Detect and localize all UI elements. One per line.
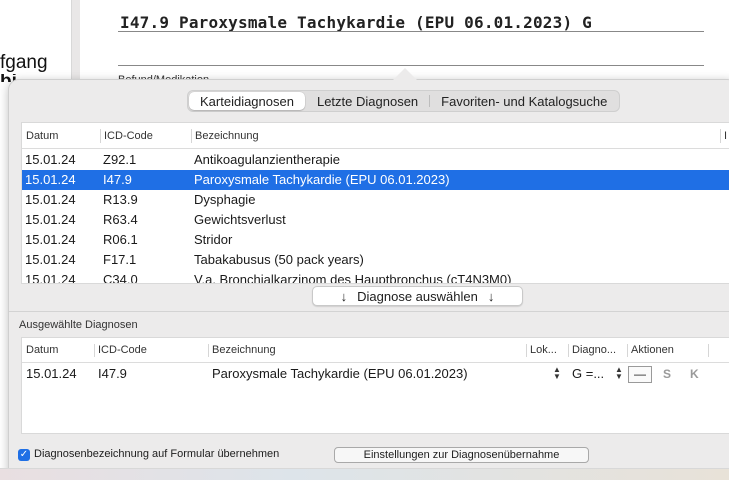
action-s-button[interactable]: S: [663, 363, 671, 385]
cell-icd-code: F17.1: [103, 252, 137, 267]
column-separator: [568, 344, 569, 357]
table-row[interactable]: 15.01.24 I47.9 Paroxysmale Tachykardie (EP…: [22, 170, 729, 190]
cell-date: 15.01.24: [25, 272, 76, 284]
arrow-down-icon: ↓: [340, 288, 348, 304]
tab-karteidiagnosen[interactable]: Karteidiagnosen: [189, 92, 305, 110]
column-header-lokalisation[interactable]: Lok...: [526, 338, 557, 363]
cell-date: 15.01.24: [25, 152, 76, 167]
column-header-label: ICD-Code: [104, 130, 153, 142]
table-row[interactable]: 15.01.24 Z92.1 Antikoagulanzientherapie: [22, 150, 729, 170]
arrow-down-icon: ↓: [487, 288, 495, 304]
tab-favoriten-katalogsuche[interactable]: Favoriten- und Katalogsuche: [430, 92, 618, 110]
lokalisation-stepper-icon[interactable]: ▲ ▼: [552, 366, 562, 382]
table-row[interactable]: 15.01.24 R13.9 Dysphagie: [22, 190, 729, 210]
cell-bezeichnung: Antikoagulanzientherapie: [194, 152, 340, 167]
checkmark-icon: ✓: [19, 449, 29, 460]
cell-bezeichnung: Gewichtsverlust: [194, 212, 286, 227]
column-header-aktionen[interactable]: Aktionen: [627, 338, 674, 363]
column-header-label: Lok...: [530, 344, 557, 356]
column-header-extra[interactable]: [708, 338, 712, 363]
document-rule: [118, 65, 704, 66]
transfer-label-checkbox[interactable]: ✓: [18, 449, 30, 461]
column-header-bezeichnung[interactable]: Bezeichnung: [191, 123, 259, 149]
cell-bezeichnung: Stridor: [194, 232, 233, 247]
column-header-label: I: [724, 130, 728, 142]
column-separator: [94, 344, 95, 357]
cell-date: 15.01.24: [26, 366, 77, 381]
select-diagnosis-label: Diagnose auswählen: [357, 288, 478, 304]
selected-diagnoses-label: Ausgewählte Diagnosen: [19, 319, 138, 331]
table-row[interactable]: 15.01.24 R06.1 Stridor: [22, 230, 729, 250]
cell-icd-code: R13.9: [103, 192, 138, 207]
column-separator: [526, 344, 527, 357]
table-header: Datum ICD-Code Bezeichnung I: [22, 123, 729, 149]
column-header-icd-code[interactable]: ICD-Code: [94, 338, 147, 363]
column-separator: [208, 344, 209, 357]
cell-date: 15.01.24: [25, 212, 76, 227]
cell-icd-code: Z92.1: [103, 152, 137, 167]
cell-date: 15.01.24: [25, 172, 76, 187]
tab-letzte-diagnosen[interactable]: Letzte Diagnosen: [306, 92, 429, 110]
tab-segmented-control: Karteidiagnosen Letzte Diagnosen Favorit…: [187, 90, 621, 112]
selected-diagnoses-table[interactable]: Datum ICD-Code Bezeichnung Lok... Diagno…: [21, 337, 729, 434]
table-row[interactable]: 15.01.24 R63.4 Gewichtsverlust: [22, 210, 729, 230]
column-header-extra[interactable]: I: [720, 123, 727, 149]
selected-diagnosis-row[interactable]: 15.01.24 I47.9 Paroxysmale Tachykardie (…: [22, 363, 729, 385]
cell-icd-code: I47.9: [103, 172, 132, 187]
column-header-label: Bezeichnung: [195, 130, 259, 142]
action-checkbox[interactable]: —: [628, 366, 652, 383]
cell-icd-code: R63.4: [103, 212, 138, 227]
cell-bezeichnung: Tabakabusus (50 pack years): [194, 252, 364, 267]
transfer-settings-button[interactable]: Einstellungen zur Diagnosenübernahme: [334, 447, 589, 463]
cell-bezeichnung: V.a. Bronchialkarzinom des Hauptbronchus…: [194, 272, 512, 284]
cell-bezeichnung: Dysphagie: [194, 192, 256, 207]
column-header-label: Aktionen: [631, 344, 674, 356]
cell-icd-code: C34.0: [103, 272, 138, 284]
select-diagnosis-button[interactable]: ↓ Diagnose auswählen ↓: [312, 286, 523, 306]
cell-icd-code: R06.1: [103, 232, 138, 247]
transfer-label-checkbox-label[interactable]: Diagnosenbezeichnung auf Formular überne…: [34, 448, 279, 460]
cell-bezeichnung: Paroxysmale Tachykardie (EPU 06.01.2023): [212, 366, 468, 381]
column-header-datum[interactable]: Datum: [22, 338, 58, 363]
cell-date: 15.01.24: [25, 192, 76, 207]
column-header-label: ICD-Code: [98, 344, 147, 356]
table-header: Datum ICD-Code Bezeichnung Lok... Diagno…: [22, 338, 729, 363]
document-title: I47.9 Paroxysmale Tachykardie (EPU 06.01…: [120, 13, 592, 32]
table-row[interactable]: 15.01.24 F17.1 Tabakabusus (50 pack years): [22, 250, 729, 270]
column-header-datum[interactable]: Datum: [22, 123, 58, 149]
popover-arrow: [393, 68, 417, 80]
column-header-label: Bezeichnung: [212, 344, 276, 356]
diagnosis-table[interactable]: Datum ICD-Code Bezeichnung I 15.01.24 Z92…: [21, 122, 729, 284]
cell-bezeichnung: Paroxysmale Tachykardie (EPU 06.01.2023): [194, 172, 450, 187]
cell-diagnosesicherheit[interactable]: G =...: [572, 363, 604, 383]
cell-date: 15.01.24: [25, 232, 76, 247]
column-header-icd-code[interactable]: ICD-Code: [100, 123, 153, 149]
column-header-label: Datum: [26, 344, 59, 356]
column-separator: [708, 344, 709, 357]
column-separator: [720, 129, 721, 143]
table-row[interactable]: 15.01.24 C34.0 V.a. Bronchialkarzinom des …: [22, 270, 729, 284]
column-separator: [627, 344, 628, 357]
column-separator: [100, 129, 101, 143]
cell-icd-code: I47.9: [98, 366, 127, 381]
cell-date: 15.01.24: [25, 252, 76, 267]
background-left-text: fgang: [0, 52, 48, 73]
diagnosesicherheit-stepper-icon[interactable]: ▲ ▼: [614, 366, 624, 382]
section-divider: [9, 311, 729, 312]
column-header-label: Diagno...: [572, 344, 617, 356]
document-rule: [118, 31, 704, 32]
column-header-label: Datum: [26, 130, 59, 142]
background-document-bottom: [0, 468, 729, 480]
column-separator: [191, 129, 192, 143]
action-k-button[interactable]: K: [690, 363, 699, 385]
column-header-diagnosesicherheit[interactable]: Diagno...: [568, 338, 616, 363]
column-header-bezeichnung[interactable]: Bezeichnung: [208, 338, 276, 363]
